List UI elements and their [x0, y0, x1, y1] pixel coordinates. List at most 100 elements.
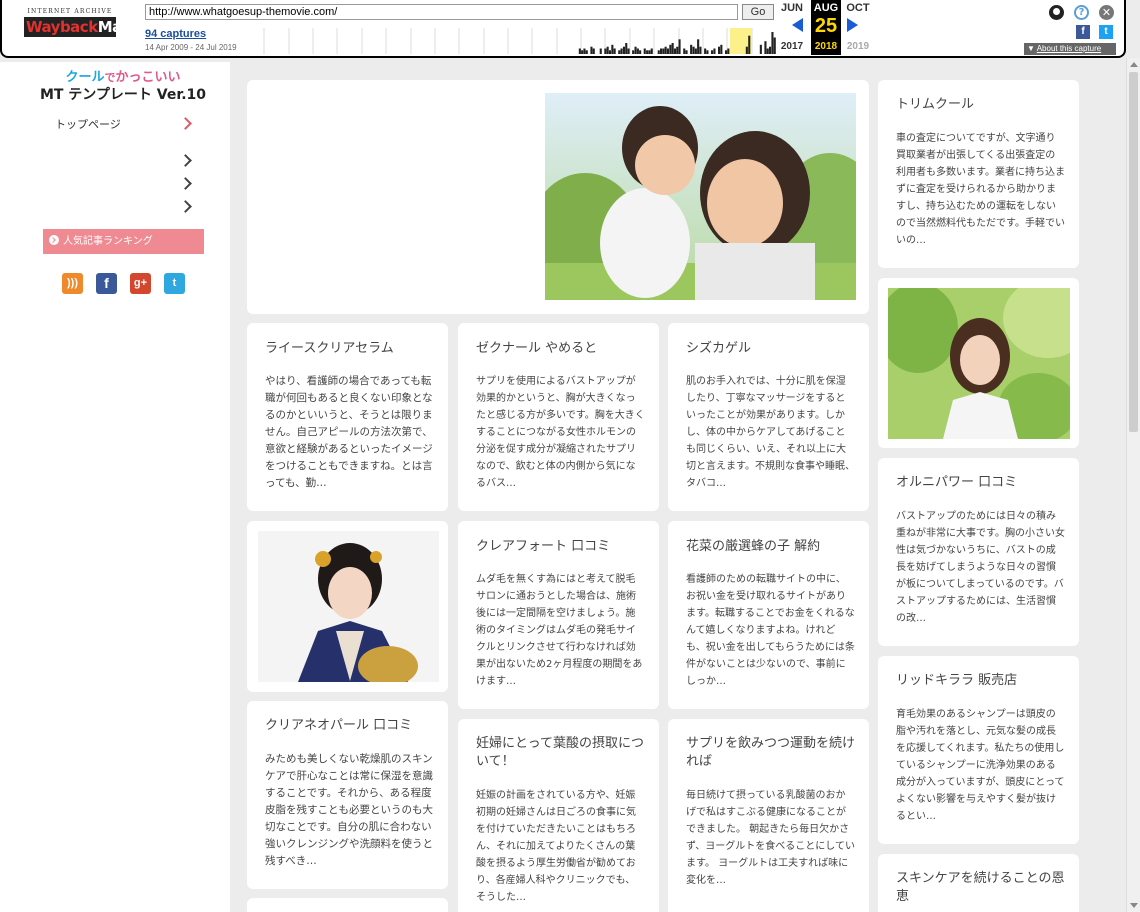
ranking-label: 人気記事ランキング — [63, 236, 153, 247]
article-card[interactable]: 花菜の厳選蜂の子 解約 看護師のための転職サイトの中に、お祝い金を受け取れるサイ… — [668, 521, 869, 709]
twitter-icon[interactable]: t — [164, 273, 185, 294]
article-card[interactable]: クリアネオパール 口コミ みためも美しくない乾燥肌のスキンケアで肝心なことは常に… — [247, 701, 448, 889]
article-card[interactable]: オルニパワー 口コミ バストアップのためには日々の積み重ねが非常に大事です。胸の… — [878, 458, 1079, 646]
rss-icon[interactable]: ))) — [62, 273, 83, 294]
capture-bar — [685, 50, 688, 54]
user-icon[interactable] — [1049, 5, 1064, 20]
facebook-icon[interactable]: f — [1076, 25, 1090, 39]
day-current: 25 — [814, 15, 838, 37]
article-card[interactable]: トリムクール 車の査定についてですが、文字通り買取業者が出張してくる出張査定の利… — [878, 80, 1079, 268]
article-title[interactable]: シズカゲル — [686, 340, 855, 358]
capture-bar — [745, 46, 748, 54]
article-card[interactable]: ライースクリアセラム やはり、看護師の場合であっても転職が何回もあると良くない印… — [247, 323, 448, 511]
capture-bar — [643, 48, 646, 54]
capture-bar — [606, 46, 609, 54]
capture-bar — [725, 50, 728, 54]
ranking-button[interactable]: 人気記事ランキング — [43, 229, 204, 254]
article-card[interactable]: 妊婦にとって葉酸の摂取について！ 妊娠の計画をされている方や、妊娠初期の妊婦さん… — [458, 719, 659, 912]
article-title[interactable]: ゼクナール やめると — [476, 340, 645, 358]
next-capture-arrow-icon[interactable] — [847, 18, 858, 32]
hero-mother-baby-photo[interactable] — [545, 93, 856, 300]
month-prev[interactable]: JUN — [778, 2, 806, 14]
capture-bar — [683, 48, 686, 54]
close-icon[interactable]: ✕ — [1099, 5, 1114, 20]
capture-bar — [666, 48, 669, 54]
kimono-woman-photo[interactable] — [258, 531, 439, 682]
twitter-icon[interactable]: t — [1099, 25, 1113, 39]
capture-bar — [585, 50, 588, 54]
scroll-up-arrow-icon[interactable] — [1130, 62, 1138, 67]
article-excerpt: 車の査定についてですが、文字通り買取業者が出張してくる出張査定の利用者も多数いま… — [896, 133, 1065, 246]
facebook-icon[interactable]: f — [96, 273, 117, 294]
scroll-down-arrow-icon[interactable] — [1130, 903, 1138, 908]
capture-bar — [769, 46, 772, 54]
article-title[interactable]: サプリを飲みつつ運動を続ければ — [686, 735, 855, 771]
month-current: AUG — [813, 2, 839, 14]
wayback-logo[interactable]: INTERNET ARCHIVE WaybackMachine — [24, 8, 165, 37]
go-button[interactable]: Go — [742, 4, 774, 20]
sidebar: クールでかっこいい MT テンプレート Ver.10 トップページ 人気記事ラン… — [0, 62, 230, 912]
article-title[interactable]: 妊婦にとって葉酸の摂取について！ — [476, 735, 645, 771]
article-title[interactable]: 花菜の厳選蜂の子 解約 — [686, 538, 855, 556]
chevron-right-icon[interactable] — [179, 154, 192, 167]
scrollbar-thumb[interactable] — [1129, 72, 1138, 432]
capture-bar — [604, 48, 607, 54]
site-logo[interactable]: クールでかっこいい MT テンプレート Ver.10 — [0, 70, 246, 104]
capture-bar — [759, 44, 762, 54]
capture-bar — [664, 46, 667, 54]
captures-link[interactable]: 94 captures — [145, 28, 206, 40]
article-card[interactable] — [247, 898, 448, 912]
help-icon[interactable]: ? — [1074, 5, 1089, 20]
article-card[interactable]: ゼクナール やめると サプリを使用によるバストアップが効果的かというと、胸が大き… — [458, 323, 659, 511]
article-title[interactable]: リッドキララ 販売店 — [896, 672, 1065, 690]
article-card[interactable]: シズカゲル 肌のお手入れでは、十分に肌を保湿したり、丁寧なマッサージをするといっ… — [668, 323, 869, 511]
capture-bar — [662, 48, 665, 54]
capture-bar — [657, 50, 660, 54]
url-input[interactable]: http://www.whatgoesup-themovie.com/ — [145, 4, 738, 20]
article-card[interactable]: スキンケアを続けることの恩恵 — [878, 854, 1079, 912]
capture-bar — [713, 48, 716, 54]
year-next[interactable]: 2019 — [844, 41, 872, 52]
google-plus-icon[interactable]: g+ — [130, 273, 151, 294]
capture-bar — [727, 48, 730, 54]
image-card[interactable] — [878, 278, 1079, 448]
prev-capture-arrow-icon[interactable] — [792, 18, 803, 32]
capture-bar — [766, 48, 769, 54]
article-title[interactable]: クレアフォート 口コミ — [476, 538, 645, 556]
capture-bar — [669, 44, 672, 54]
capture-bar — [618, 50, 621, 54]
capture-sparkline[interactable] — [240, 28, 776, 54]
capture-bar — [634, 46, 637, 54]
capture-bar — [699, 46, 702, 54]
article-card[interactable]: リッドキララ 販売店 育毛効果のあるシャンプーは頭皮の脂や汚れを落とし、元気な髪… — [878, 656, 1079, 844]
image-card[interactable] — [247, 521, 448, 692]
capture-range: 14 Apr 2009 - 24 Jul 2019 — [145, 43, 237, 52]
capture-bar — [611, 44, 614, 54]
capture-bar — [613, 48, 616, 54]
capture-bar — [764, 41, 767, 54]
month-next[interactable]: OCT — [844, 2, 872, 14]
year-prev[interactable]: 2017 — [778, 41, 806, 52]
nav-home-link[interactable]: トップページ — [55, 116, 121, 132]
page-scrollbar[interactable] — [1126, 58, 1140, 912]
chevron-right-icon[interactable] — [179, 177, 192, 190]
article-excerpt: 妊娠の計画をされている方や、妊娠初期の妊婦さんは日ごろの食事に気を付けていただき… — [476, 790, 636, 903]
capture-bar — [592, 48, 595, 54]
chevron-right-icon[interactable] — [179, 200, 192, 213]
hero-card[interactable] — [247, 80, 869, 314]
chevron-right-icon[interactable] — [179, 117, 192, 130]
about-capture-button[interactable]: ▼ About this capture — [1024, 43, 1116, 55]
smiling-woman-photo[interactable] — [888, 288, 1070, 439]
article-title[interactable]: オルニパワー 口コミ — [896, 474, 1065, 492]
article-card[interactable]: クレアフォート 口コミ ムダ毛を無くす為にはと考えて脱毛サロンに通おうとした場合… — [458, 521, 659, 709]
capture-bar — [622, 46, 625, 54]
year-current: 2018 — [814, 41, 838, 52]
article-excerpt: 肌のお手入れでは、十分に肌を保湿したり、丁寧なマッサージをするといったことが効果… — [686, 376, 855, 489]
capture-bar — [636, 48, 639, 54]
article-card[interactable]: サプリを飲みつつ運動を続ければ 毎日続けて摂っている乳酸菌のおかげで私はすこぶる… — [668, 719, 869, 912]
article-title[interactable]: トリムクール — [896, 96, 1065, 114]
capture-bar — [704, 48, 707, 54]
article-title[interactable]: ライースクリアセラム — [265, 340, 434, 358]
article-title[interactable]: クリアネオパール 口コミ — [265, 717, 434, 735]
article-title[interactable]: スキンケアを続けることの恩恵 — [896, 870, 1065, 906]
